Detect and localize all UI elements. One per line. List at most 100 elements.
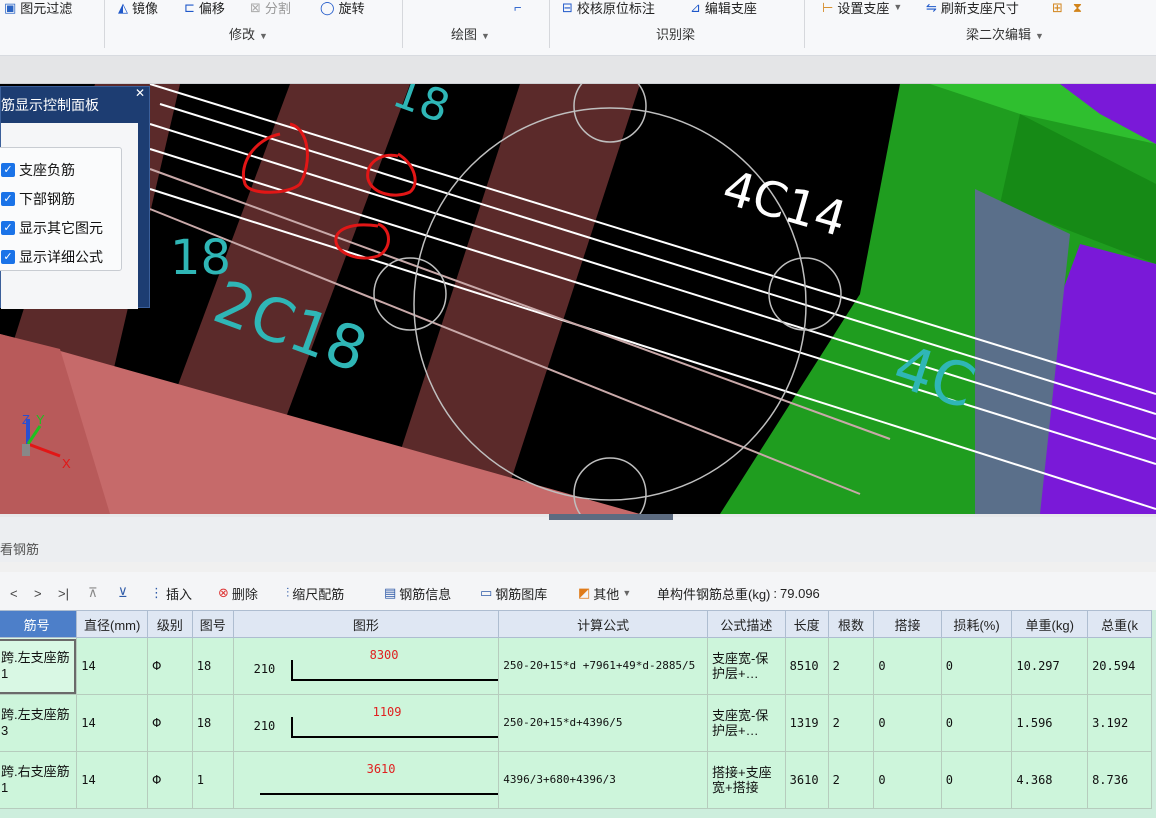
cell-lap[interactable]: 0 (873, 637, 942, 695)
cell-description[interactable]: 支座宽-保护层+… (707, 694, 786, 752)
cell-lap[interactable]: 0 (873, 751, 942, 809)
col-header-description[interactable]: 公式描述 (707, 610, 786, 638)
draw-tool-button[interactable]: ⌐ (514, 0, 522, 16)
cell-length[interactable]: 8510 (784, 637, 829, 695)
other-icon: ◩ (578, 585, 591, 600)
table-row[interactable]: 跨.左支座筋1 14 Φ 18 210 8300 250-20+15*d +79… (0, 637, 1152, 695)
cell-loss[interactable]: 0 (940, 637, 1013, 695)
cell-bar-number[interactable]: 跨.左支座筋3 (0, 694, 78, 752)
3d-viewport[interactable]: 4C14 18 2C18 4C 18 X Y Z (0, 84, 1156, 514)
cell-length[interactable]: 3610 (784, 751, 829, 809)
move-up-button[interactable]: ⊼ (88, 584, 98, 602)
cell-diameter[interactable]: 14 (76, 751, 149, 809)
col-header-grade[interactable]: 级别 (147, 610, 193, 638)
cell-figure-no[interactable]: 18 (191, 637, 234, 695)
set-support-button[interactable]: ⊢ 设置支座 ▼ (822, 0, 902, 16)
cell-total-weight[interactable]: 3.192 (1087, 694, 1152, 752)
cell-bar-number[interactable]: 跨.右支座筋1 (0, 751, 78, 809)
cell-bar-number[interactable]: 跨.左支座筋1 (0, 637, 78, 695)
panel-body: ✓ 支座负筋 ✓ 下部钢筋 ✓ 显示其它图元 ✓ 显示详细公式 (0, 123, 138, 309)
cell-diameter[interactable]: 14 (76, 694, 149, 752)
checkbox-support-negative[interactable]: ✓ 支座负筋 (1, 159, 75, 181)
cell-figure-no[interactable]: 18 (191, 694, 234, 752)
rebar-info-button[interactable]: ▤ 钢筋信息 (384, 584, 451, 602)
delete-button[interactable]: ⊗ 删除 (218, 584, 258, 602)
check-label-button[interactable]: ⊟ 校核原位标注 (562, 0, 655, 16)
rebar-label-left-1: 18 (170, 230, 231, 286)
scale-rebar-label: 缩尺配筋 (292, 586, 345, 602)
cell-figure-no[interactable]: 1 (191, 751, 234, 809)
cell-shape[interactable]: 3610 (232, 751, 500, 809)
checkbox-show-other[interactable]: ✓ 显示其它图元 (1, 217, 103, 239)
col-header-figure-no[interactable]: 图号 (191, 610, 234, 638)
cell-total-weight[interactable]: 20.594 (1087, 637, 1152, 695)
cell-lap[interactable]: 0 (873, 694, 942, 752)
cell-grade[interactable]: Φ (147, 637, 193, 695)
beam-secondary-edit-dropdown[interactable]: 梁二次编辑 ▼ (966, 24, 1044, 43)
cell-grade[interactable]: Φ (147, 751, 193, 809)
insert-button[interactable]: ⋮ 插入 (150, 584, 192, 602)
cell-formula[interactable]: 250-20+15*d+4396/5 (498, 694, 709, 752)
close-icon[interactable]: ✕ (135, 86, 145, 100)
modify-group-label: 修改 (229, 27, 256, 42)
cell-description[interactable]: 搭接+支座宽+搭接 (707, 751, 786, 809)
col-header-length[interactable]: 长度 (784, 610, 829, 638)
draw-group-dropdown[interactable]: 绘图 ▼ (451, 24, 490, 43)
cell-formula[interactable]: 4396/3+680+4396/3 (498, 751, 709, 809)
scale-rebar-button[interactable]: ⫶ 缩尺配筋 (286, 584, 344, 602)
cell-shape[interactable]: 210 8300 (232, 637, 500, 695)
cell-count[interactable]: 2 (827, 637, 875, 695)
checkbox-show-formula[interactable]: ✓ 显示详细公式 (1, 246, 103, 268)
refresh-support-button[interactable]: ⇋ 刷新支座尺寸 (926, 0, 1019, 16)
cell-count[interactable]: 2 (827, 694, 875, 752)
mirror-button[interactable]: ◭ 镜像 (118, 0, 158, 16)
col-header-bar-number[interactable]: 筋号 (0, 610, 78, 638)
cell-unit-weight[interactable]: 1.596 (1011, 694, 1089, 752)
cell-count[interactable]: 2 (827, 751, 875, 809)
checkmark-icon: ✓ (1, 221, 15, 235)
other-dropdown[interactable]: ◩ 其他 ▼ (578, 584, 631, 602)
offset-button[interactable]: ⊏ 偏移 (184, 0, 225, 16)
col-header-unit-weight[interactable]: 单重(kg) (1011, 610, 1089, 638)
col-header-loss[interactable]: 损耗(%) (940, 610, 1013, 638)
col-header-count[interactable]: 根数 (827, 610, 875, 638)
table-row[interactable]: 跨.左支座筋3 14 Φ 18 210 1109 250-20+15*d+439… (0, 694, 1152, 752)
modify-group-dropdown[interactable]: 修改 ▼ (229, 24, 268, 43)
calendar-tool-button[interactable]: ⊞ ⧗ (1052, 0, 1082, 16)
viewport-canvas[interactable]: 4C14 18 2C18 4C 18 X Y Z (0, 84, 1156, 514)
rebar-library-button[interactable]: ▭ 钢筋图库 (480, 584, 547, 602)
col-header-shape[interactable]: 图形 (232, 610, 500, 638)
cell-length[interactable]: 1319 (784, 694, 829, 752)
col-header-total-weight[interactable]: 总重(k (1087, 610, 1152, 638)
edit-support-button[interactable]: ⊿ 编辑支座 (690, 0, 757, 16)
cell-description[interactable]: 支座宽-保护层+… (707, 637, 786, 695)
col-header-formula[interactable]: 计算公式 (498, 610, 709, 638)
move-down-button[interactable]: ⊻ (118, 584, 128, 602)
refresh-support-icon: ⇋ (926, 0, 937, 15)
nav-last-button[interactable]: >| (58, 584, 69, 602)
col-header-diameter[interactable]: 直径(mm) (76, 610, 149, 638)
check-label-icon: ⊟ (562, 0, 573, 15)
set-support-label: 设置支座 (837, 0, 890, 16)
cell-unit-weight[interactable]: 4.368 (1011, 751, 1089, 809)
rotate-button[interactable]: ◯ 旋转 (320, 0, 365, 16)
cell-loss[interactable]: 0 (940, 694, 1013, 752)
split-button[interactable]: ⊠ 分割 (250, 0, 291, 16)
table-header-row: 筋号 直径(mm) 级别 图号 图形 计算公式 公式描述 长度 根数 搭接 损耗… (0, 610, 1152, 638)
cell-loss[interactable]: 0 (940, 751, 1013, 809)
table-row[interactable]: 跨.右支座筋1 14 Φ 1 3610 4396/3+680+4396/3 搭接… (0, 751, 1152, 809)
panel-title: 筋显示控制面板 (1, 97, 99, 113)
cell-formula[interactable]: 250-20+15*d +7961+49*d-2885/5 (498, 637, 709, 695)
nav-prev-button[interactable]: < (10, 584, 18, 602)
cell-unit-weight[interactable]: 10.297 (1011, 637, 1089, 695)
cell-total-weight[interactable]: 8.736 (1087, 751, 1152, 809)
col-header-lap[interactable]: 搭接 (873, 610, 942, 638)
nav-next-button[interactable]: > (34, 584, 42, 602)
cell-diameter[interactable]: 14 (76, 637, 149, 695)
checkbox-bottom-rebar[interactable]: ✓ 下部钢筋 (1, 188, 75, 210)
draw-corner-icon: ⌐ (514, 0, 522, 15)
cell-shape[interactable]: 210 1109 (232, 694, 500, 752)
cell-grade[interactable]: Φ (147, 694, 193, 752)
splitter-handle[interactable] (549, 514, 673, 520)
filter-element-button[interactable]: ▣ 图元过滤 (4, 0, 72, 16)
